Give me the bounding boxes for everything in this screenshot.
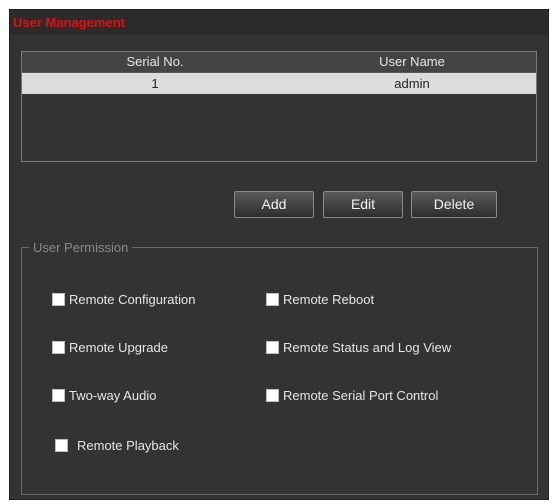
checkbox-label: Remote Status and Log View xyxy=(283,340,452,355)
checkbox-remote-status-log-view[interactable]: Remote Status and Log View xyxy=(266,340,451,356)
user-permission-group: User Permission Remote Configuration Rem… xyxy=(21,239,538,495)
checkbox-label: Remote Serial Port Control xyxy=(283,388,439,403)
user-management-panel: User Management Serial No. User Name 1 a… xyxy=(9,9,549,500)
checkbox-remote-upgrade[interactable]: Remote Upgrade xyxy=(52,340,168,356)
edit-button[interactable]: Edit xyxy=(323,191,403,218)
checkbox-box[interactable] xyxy=(266,293,279,306)
add-button[interactable]: Add xyxy=(234,191,314,218)
table-header: Serial No. User Name xyxy=(22,52,536,73)
checkbox-two-way-audio[interactable]: Two-way Audio xyxy=(52,388,156,404)
checkbox-remote-playback[interactable]: Remote Playback xyxy=(55,438,179,454)
checkbox-label: Remote Playback xyxy=(77,438,179,453)
checkbox-remote-configuration[interactable]: Remote Configuration xyxy=(52,292,195,308)
checkbox-label: Two-way Audio xyxy=(69,388,157,403)
checkbox-remote-reboot[interactable]: Remote Reboot xyxy=(266,292,374,308)
cell-serial-no: 1 xyxy=(151,76,159,91)
checkbox-label: Remote Reboot xyxy=(283,292,375,307)
checkbox-box[interactable] xyxy=(266,341,279,354)
user-permission-legend: User Permission xyxy=(29,239,133,256)
checkbox-box[interactable] xyxy=(266,389,279,402)
checkbox-label: Remote Upgrade xyxy=(69,340,168,355)
checkbox-box[interactable] xyxy=(52,293,65,306)
panel-title: User Management xyxy=(10,10,548,35)
checkbox-box[interactable] xyxy=(55,439,68,452)
user-table: Serial No. User Name 1 admin xyxy=(21,51,537,162)
checkbox-box[interactable] xyxy=(52,341,65,354)
table-row[interactable]: 1 admin xyxy=(22,73,536,94)
checkbox-remote-serial-port-control[interactable]: Remote Serial Port Control xyxy=(266,388,438,404)
delete-button[interactable]: Delete xyxy=(411,191,497,218)
header-user-name: User Name xyxy=(379,54,445,69)
header-serial-no: Serial No. xyxy=(126,54,184,69)
checkbox-label: Remote Configuration xyxy=(69,292,196,307)
checkbox-box[interactable] xyxy=(52,389,65,402)
cell-user-name: admin xyxy=(394,76,430,91)
